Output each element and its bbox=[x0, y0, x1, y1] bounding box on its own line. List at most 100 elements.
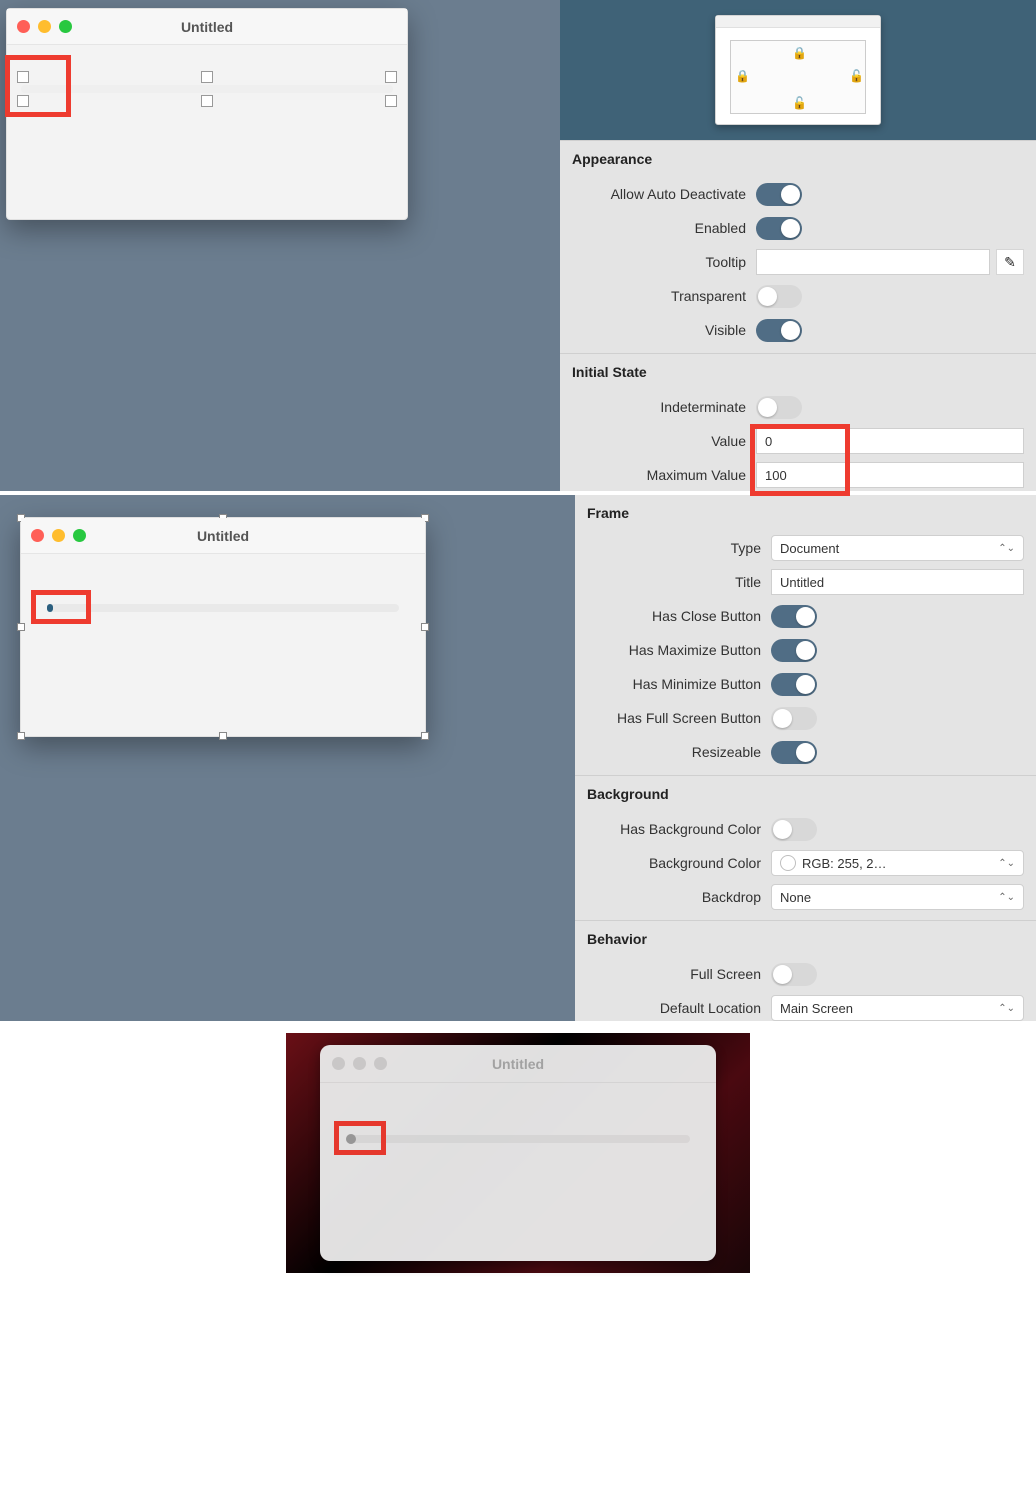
label: Allow Auto Deactivate bbox=[572, 186, 756, 202]
selection-handle[interactable] bbox=[201, 71, 213, 83]
maximize-icon[interactable] bbox=[59, 20, 72, 33]
row-background-color: Background Color RGB: 255, 2… ⌃⌄ bbox=[587, 846, 1024, 880]
visible-toggle[interactable] bbox=[756, 319, 802, 342]
label: Indeterminate bbox=[572, 399, 756, 415]
has-minimize-button-toggle[interactable] bbox=[771, 673, 817, 696]
row-default-location: Default Location Main Screen ⌃⌄ bbox=[587, 991, 1024, 1021]
has-close-button-toggle[interactable] bbox=[771, 605, 817, 628]
row-transparent: Transparent bbox=[572, 279, 1024, 313]
minimize-icon[interactable] bbox=[52, 529, 65, 542]
row-has-maximize-button: Has Maximize Button bbox=[587, 633, 1024, 667]
full-screen-toggle[interactable] bbox=[771, 963, 817, 986]
section-heading: Frame bbox=[587, 505, 1024, 521]
label: Has Minimize Button bbox=[587, 676, 771, 692]
preview-window-1: Untitled bbox=[6, 8, 408, 220]
label: Enabled bbox=[572, 220, 756, 236]
has-maximize-button-toggle[interactable] bbox=[771, 639, 817, 662]
color-swatch-icon bbox=[780, 855, 796, 871]
window-titlebar: Untitled bbox=[320, 1045, 716, 1083]
select-value: Main Screen bbox=[780, 1001, 853, 1016]
minimize-icon[interactable] bbox=[38, 20, 51, 33]
has-full-screen-button-toggle[interactable] bbox=[771, 707, 817, 730]
label: Has Full Screen Button bbox=[587, 710, 771, 726]
transparent-toggle[interactable] bbox=[756, 285, 802, 308]
background-section: Background Has Background Color Backgrou… bbox=[575, 775, 1036, 920]
lock-icon: 🔒 bbox=[792, 47, 804, 59]
label: Backdrop bbox=[587, 889, 771, 905]
allow-auto-deactivate-toggle[interactable] bbox=[756, 183, 802, 206]
chevron-updown-icon: ⌃⌄ bbox=[998, 543, 1015, 554]
panel-2: Untitled Frame Type Document ⌃⌄ bbox=[0, 495, 1036, 1025]
unlock-icon: 🔓 bbox=[849, 70, 861, 82]
row-resizeable: Resizeable bbox=[587, 735, 1024, 769]
resizeable-toggle[interactable] bbox=[771, 741, 817, 764]
selection-handle[interactable] bbox=[17, 95, 29, 107]
runtime-window: Untitled bbox=[320, 1045, 716, 1261]
progress-bar[interactable] bbox=[346, 1135, 690, 1143]
row-visible: Visible bbox=[572, 313, 1024, 347]
panel-3: Untitled bbox=[0, 1025, 1036, 1283]
label: Background Color bbox=[587, 855, 771, 871]
selection-handle[interactable] bbox=[385, 95, 397, 107]
label: Maximum Value bbox=[572, 467, 756, 483]
background-color-select[interactable]: RGB: 255, 2… ⌃⌄ bbox=[771, 850, 1024, 876]
indeterminate-toggle[interactable] bbox=[756, 396, 802, 419]
label: Has Maximize Button bbox=[587, 642, 771, 658]
maximize-icon[interactable] bbox=[374, 1057, 387, 1070]
row-value: Value bbox=[572, 424, 1024, 458]
close-icon[interactable] bbox=[332, 1057, 345, 1070]
label: Value bbox=[572, 433, 756, 449]
label: Default Location bbox=[587, 1000, 771, 1016]
chevron-updown-icon: ⌃⌄ bbox=[998, 858, 1015, 869]
edit-pencil-button[interactable]: ✎ bbox=[996, 249, 1024, 275]
inspector-panel-2: Frame Type Document ⌃⌄ Title Has Close B… bbox=[575, 495, 1036, 1021]
preview-bar bbox=[716, 16, 880, 28]
label: Tooltip bbox=[572, 254, 756, 270]
runtime-background: Untitled bbox=[286, 1033, 750, 1273]
row-has-full-screen-button: Has Full Screen Button bbox=[587, 701, 1024, 735]
title-input[interactable] bbox=[771, 569, 1024, 595]
progress-bar[interactable] bbox=[47, 604, 399, 612]
row-backdrop: Backdrop None ⌃⌄ bbox=[587, 880, 1024, 914]
row-title: Title bbox=[587, 565, 1024, 599]
panel-1: Untitled 🔒 🔒 🔓 bbox=[0, 0, 1036, 495]
row-tooltip: Tooltip ✎ bbox=[572, 245, 1024, 279]
label: Has Background Color bbox=[587, 821, 771, 837]
maximize-icon[interactable] bbox=[73, 529, 86, 542]
row-indeterminate: Indeterminate bbox=[572, 390, 1024, 424]
select-value: Document bbox=[780, 541, 839, 556]
panel-2-canvas: Untitled bbox=[0, 495, 575, 1021]
label: Transparent bbox=[572, 288, 756, 304]
label: Title bbox=[587, 574, 771, 590]
preview-area: 🔒 🔒 🔓 🔓 bbox=[560, 0, 1036, 140]
selection-handle[interactable] bbox=[17, 71, 29, 83]
tooltip-input[interactable] bbox=[756, 249, 990, 275]
progress-fill bbox=[47, 604, 53, 612]
maximum-value-input[interactable] bbox=[756, 462, 1024, 488]
row-type: Type Document ⌃⌄ bbox=[587, 531, 1024, 565]
traffic-lights bbox=[17, 20, 72, 33]
enabled-toggle[interactable] bbox=[756, 217, 802, 240]
unlock-icon: 🔓 bbox=[792, 97, 804, 109]
label: Type bbox=[587, 540, 771, 556]
progress-bar[interactable] bbox=[21, 85, 393, 93]
type-select[interactable]: Document ⌃⌄ bbox=[771, 535, 1024, 561]
label: Resizeable bbox=[587, 744, 771, 760]
selection-handle[interactable] bbox=[201, 95, 213, 107]
lock-icon: 🔒 bbox=[735, 70, 747, 82]
default-location-select[interactable]: Main Screen ⌃⌄ bbox=[771, 995, 1024, 1021]
label: Full Screen bbox=[587, 966, 771, 982]
minimize-icon[interactable] bbox=[353, 1057, 366, 1070]
has-background-color-toggle[interactable] bbox=[771, 818, 817, 841]
label: Visible bbox=[572, 322, 756, 338]
row-maximum-value: Maximum Value bbox=[572, 458, 1024, 492]
section-heading: Appearance bbox=[572, 151, 1024, 167]
section-heading: Initial State bbox=[572, 364, 1024, 380]
close-icon[interactable] bbox=[17, 20, 30, 33]
preview-window-2: Untitled bbox=[20, 517, 426, 737]
close-icon[interactable] bbox=[31, 529, 44, 542]
section-heading: Background bbox=[587, 786, 1024, 802]
backdrop-select[interactable]: None ⌃⌄ bbox=[771, 884, 1024, 910]
value-input[interactable] bbox=[756, 428, 1024, 454]
selection-handle[interactable] bbox=[385, 71, 397, 83]
